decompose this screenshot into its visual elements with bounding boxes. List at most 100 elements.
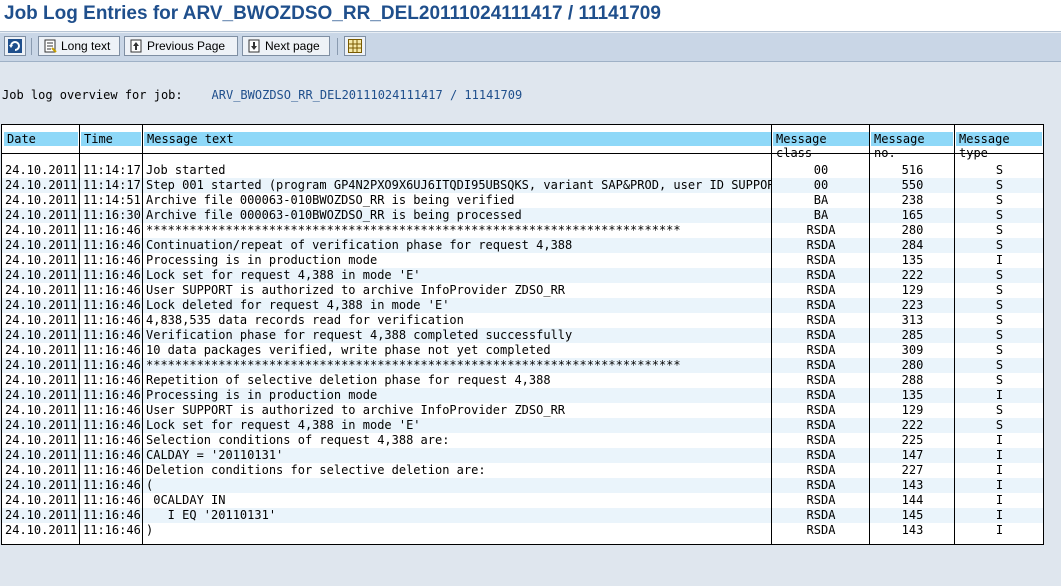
table-row[interactable]: 24.10.2011 11:16:46 4,838,535 data records… — [2, 313, 1043, 328]
cell-date: 24.10.2011 — [5, 328, 78, 342]
cell-message-text: ****************************************… — [146, 358, 681, 372]
long-text-button[interactable]: Long text — [38, 36, 120, 56]
cell-date: 24.10.2011 — [5, 298, 78, 312]
cell-message-type: S — [995, 418, 1004, 432]
window-title: Job Log Entries for ARV_BWOZDSO_RR_DEL20… — [4, 3, 661, 24]
cell-message-type: I — [995, 433, 1004, 447]
table-row[interactable]: 24.10.2011 11:16:46) RSDA 143 I — [2, 523, 1043, 538]
cell-message-text: 10 data packages verified, write phase n… — [146, 343, 551, 357]
cell-message-class: RSDA — [806, 223, 836, 237]
cell-message-class: RSDA — [806, 388, 836, 402]
cell-date: 24.10.2011 — [5, 253, 78, 267]
column-header-message-no[interactable]: Message no. — [871, 132, 953, 160]
cell-message-text: Archive file 000063-010BWOZDSO_RR is bei… — [146, 193, 515, 207]
table-row[interactable]: 24.10.2011 11:16:46 User SUPPORT is author… — [2, 403, 1043, 418]
cell-message-type: S — [995, 403, 1004, 417]
cell-date: 24.10.2011 — [5, 388, 78, 402]
cell-time: 11:16:46 — [83, 343, 141, 357]
cell-time: 11:16:46 — [83, 478, 141, 492]
cell-time: 11:16:46 — [83, 523, 141, 537]
cell-message-text: Lock set for request 4,388 in mode 'E' — [146, 418, 421, 432]
table-row[interactable]: 24.10.2011 11:16:46 CALDAY = '20110131' RSD… — [2, 448, 1043, 463]
cell-message-text: Processing is in production mode — [146, 388, 378, 402]
column-header-time[interactable]: Time — [81, 132, 141, 146]
table-row[interactable]: 24.10.2011 11:16:46 Verification phase for… — [2, 328, 1043, 343]
table-row[interactable]: 24.10.2011 11:16:46 Selection conditions o… — [2, 433, 1043, 448]
cell-message-no: 145 — [901, 508, 924, 522]
cell-message-type: I — [995, 508, 1004, 522]
cell-message-type: S — [995, 238, 1004, 252]
column-header-message-type[interactable]: Message type — [956, 132, 1042, 160]
table-row[interactable]: 24.10.2011 11:16:46 Deletion conditions fo… — [2, 463, 1043, 478]
cell-message-class: RSDA — [806, 523, 836, 537]
table-row[interactable]: 24.10.2011 11:16:46 **********************… — [2, 223, 1043, 238]
cell-message-class: RSDA — [806, 463, 836, 477]
cell-message-class: RSDA — [806, 343, 836, 357]
cell-message-no: 550 — [901, 178, 924, 192]
table-row[interactable]: 24.10.2011 11:16:46 10 data packages verif… — [2, 343, 1043, 358]
cell-message-class: RSDA — [806, 238, 836, 252]
column-header-message-class[interactable]: Message class — [773, 132, 869, 160]
cell-message-class: BA — [813, 208, 829, 222]
cell-message-no: 222 — [901, 268, 924, 282]
cell-date: 24.10.2011 — [5, 313, 78, 327]
table-row[interactable]: 24.10.2011 11:14:17 Step 001 started (prog… — [2, 178, 1043, 193]
cell-message-text: Deletion conditions for selective deleti… — [146, 463, 486, 477]
cell-message-class: RSDA — [806, 283, 836, 297]
next-page-button[interactable]: Next page — [242, 36, 330, 56]
cell-message-type: S — [995, 208, 1004, 222]
table-row[interactable]: 24.10.2011 11:16:46 Repetition of selectiv… — [2, 373, 1043, 388]
cell-date: 24.10.2011 — [5, 523, 78, 537]
cell-message-type: S — [995, 373, 1004, 387]
cell-message-type: I — [995, 493, 1004, 507]
job-overview-label: Job log overview for job: — [2, 88, 183, 102]
table-row[interactable]: 24.10.2011 11:16:46 0CALDAY IN RSDA 144 I — [2, 493, 1043, 508]
cell-message-type: I — [995, 478, 1004, 492]
cell-time: 11:14:17 — [83, 163, 141, 177]
layout-button[interactable] — [344, 36, 366, 56]
cell-message-no: 135 — [901, 253, 924, 267]
table-row[interactable]: 24.10.2011 11:16:46 Continuation/repeat of… — [2, 238, 1043, 253]
cell-time: 11:16:46 — [83, 253, 141, 267]
table-row[interactable]: 24.10.2011 11:16:46 User SUPPORT is author… — [2, 283, 1043, 298]
cell-message-text: 4,838,535 data records read for verifica… — [146, 313, 464, 327]
refresh-button[interactable] — [4, 36, 26, 56]
cell-date: 24.10.2011 — [5, 178, 78, 192]
table-row[interactable]: 24.10.2011 11:16:46 I EQ '20110131' RSDA 14… — [2, 508, 1043, 523]
cell-message-text: Selection conditions of request 4,388 ar… — [146, 433, 450, 447]
cell-message-text: Archive file 000063-010BWOZDSO_RR is bei… — [146, 208, 522, 222]
cell-date: 24.10.2011 — [5, 238, 78, 252]
cell-date: 24.10.2011 — [5, 373, 78, 387]
cell-message-text: 0CALDAY IN — [146, 493, 226, 507]
cell-time: 11:16:46 — [83, 493, 141, 507]
table-row[interactable]: 24.10.2011 11:16:46 Lock set for request 4… — [2, 268, 1043, 283]
table-row[interactable]: 24.10.2011 11:16:46 **********************… — [2, 358, 1043, 373]
table-row[interactable]: 24.10.2011 11:16:46 (RSDA 143 I — [2, 478, 1043, 493]
job-overview-line: Job log overview for job: ARV_BWOZDSO_RR… — [2, 88, 522, 102]
table-row[interactable]: 24.10.2011 11:16:46 Lock set for request 4… — [2, 418, 1043, 433]
table-row[interactable]: 24.10.2011 11:16:30 Archive file 000063-01… — [2, 208, 1043, 223]
table-row[interactable]: 24.10.2011 11:16:46 Lock deleted for reque… — [2, 298, 1043, 313]
cell-time: 11:16:46 — [83, 418, 141, 432]
column-header-date[interactable]: Date — [4, 132, 78, 146]
page-down-icon — [248, 39, 260, 53]
cell-time: 11:16:46 — [83, 328, 141, 342]
cell-message-no: 129 — [901, 283, 924, 297]
cell-date: 24.10.2011 — [5, 283, 78, 297]
table-row[interactable]: 24.10.2011 11:16:46 Processing is in produ… — [2, 388, 1043, 403]
cell-message-text: Continuation/repeat of verification phas… — [146, 238, 573, 252]
cell-date: 24.10.2011 — [5, 193, 78, 207]
cell-message-text: ( — [146, 478, 154, 492]
cell-message-text: User SUPPORT is authorized to archive In… — [146, 403, 566, 417]
cell-message-type: S — [995, 298, 1004, 312]
cell-message-no: 313 — [901, 313, 924, 327]
table-row[interactable]: 24.10.2011 11:14:51 Archive file 000063-01… — [2, 193, 1043, 208]
column-header-message-text[interactable]: Message text — [144, 132, 771, 146]
cell-date: 24.10.2011 — [5, 478, 78, 492]
previous-page-button[interactable]: Previous Page — [124, 36, 238, 56]
table-row[interactable]: 24.10.2011 11:14:17 Job started 00 516 S — [2, 163, 1043, 178]
previous-page-label: Previous Page — [147, 39, 226, 53]
cell-message-type: S — [995, 268, 1004, 282]
table-row[interactable]: 24.10.2011 11:16:46 Processing is in produ… — [2, 253, 1043, 268]
cell-time: 11:16:30 — [83, 208, 141, 222]
